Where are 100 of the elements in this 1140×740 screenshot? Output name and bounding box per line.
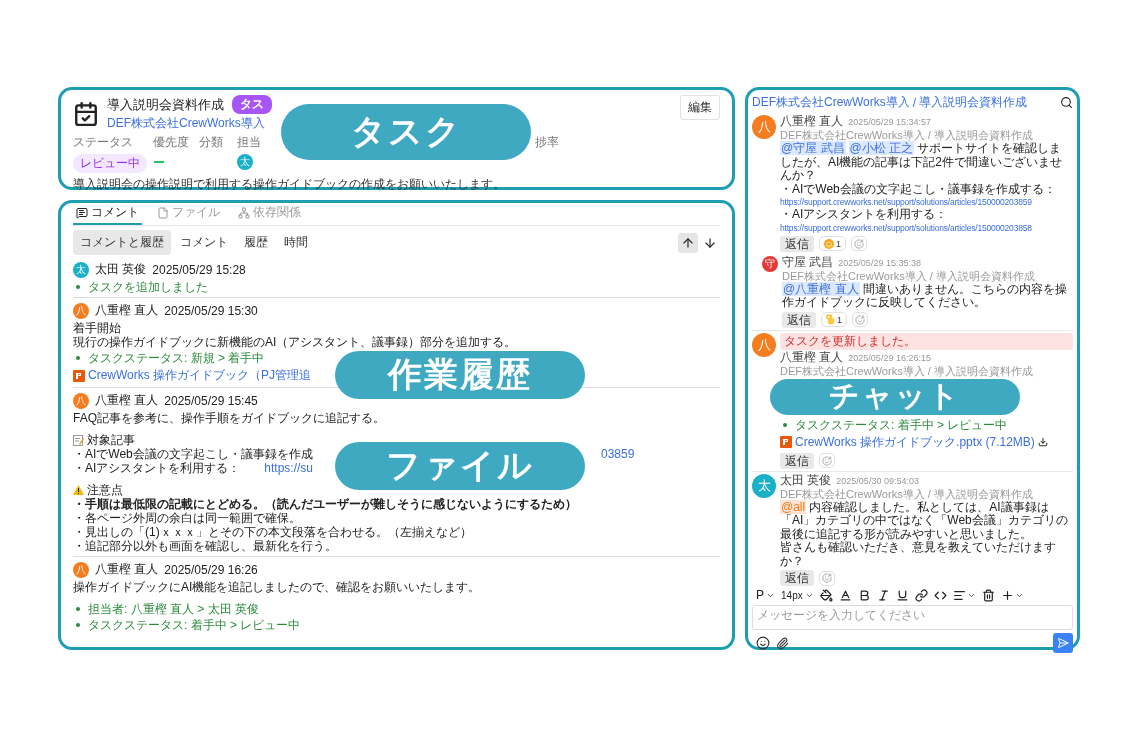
timestamp: 2025/05/29 15:45 xyxy=(164,393,258,408)
smile-plus-icon xyxy=(854,238,864,249)
message-text: @all 内容確認しました。私としては、AI議事録は「AI」カテゴリの中ではなく「Web会議」カテゴリの最後に追記する形が読みやすいと思いました。 xyxy=(780,500,1069,541)
avatar: 守 xyxy=(762,255,778,272)
timestamp: 2025/05/29 16:26:15 xyxy=(848,351,931,365)
presentation-file-icon xyxy=(73,369,85,382)
field-label: 担当 xyxy=(237,134,261,151)
trash-icon xyxy=(981,588,995,602)
task-badge: タス xyxy=(232,95,272,114)
avatar: 太 xyxy=(237,154,253,170)
change-item: タスクを追加しました xyxy=(73,280,720,294)
task-title: 導入説明会資料作成 xyxy=(107,95,224,114)
comment-text: ・追記部分以外も画面を確認し、最新化を行う。 xyxy=(73,539,338,553)
avatar: 八 xyxy=(752,115,776,139)
avatar: 八 xyxy=(752,332,776,357)
italic-icon xyxy=(876,588,890,602)
plus-icon xyxy=(1000,588,1014,602)
field-label: 捗率 xyxy=(535,134,559,151)
avatar: 八 xyxy=(73,561,89,578)
comment-text: FAQ記事を参考に、操作手順をガイドブックに追記する。 xyxy=(73,411,386,425)
url-link[interactable]: https://support.crewworks.net/support/solutions/articles/150000203859 xyxy=(780,196,1032,208)
reply-button[interactable]: 返信 xyxy=(780,235,814,252)
message-input[interactable]: メッセージを入力してください xyxy=(752,605,1073,630)
tab[interactable]: ファイル xyxy=(154,203,223,225)
section-heading: 注意点 xyxy=(87,483,123,497)
breadcrumb-separator: / xyxy=(912,95,917,110)
mention-link[interactable]: @八重樫 直人 xyxy=(782,281,860,296)
reaction-button[interactable]: 1 xyxy=(819,236,846,251)
message-text: @八重樫 直人 間違いありません。こちらの内容を操作ガイドブックに反映してください。 xyxy=(782,282,1068,310)
author-name: 太田 英俊 xyxy=(780,473,832,487)
author-name: 八重樫 直人 xyxy=(780,115,844,128)
file-link[interactable]: CrewWorks 操作ガイドブック（PJ管理追 xyxy=(88,367,312,384)
tab[interactable]: コメント xyxy=(73,203,142,225)
underline-button[interactable] xyxy=(895,588,909,602)
sort-ascending-button[interactable] xyxy=(678,232,698,253)
comment-text: ・見出しの「(1)ｘｘｘ」とその下の本文段落を合わせる。（左揃えなど） xyxy=(73,525,473,539)
presentation-file-icon xyxy=(780,436,792,448)
reply-button[interactable]: 返信 xyxy=(780,452,814,469)
align-button[interactable] xyxy=(952,588,976,602)
url-link[interactable]: https://support.crewworks.net/support/solutions/articles/150000203858 xyxy=(780,221,1032,234)
tab[interactable]: 依存関係 xyxy=(235,203,304,225)
comment-text: ・各ページ外周の余白は同一範囲で確保。 xyxy=(73,511,302,525)
emoji-icon[interactable] xyxy=(756,636,770,650)
italic-button[interactable] xyxy=(876,588,890,602)
filter-button[interactable]: コメントと履歴 xyxy=(73,230,171,255)
filter-button[interactable]: コメント xyxy=(173,230,235,255)
align-left-icon xyxy=(952,588,966,602)
download-icon[interactable] xyxy=(1037,437,1048,447)
project-path: DEF株式会社CrewWorks導入 / 導入説明会資料作成 xyxy=(780,129,1033,141)
file-link[interactable]: CrewWorks 操作ガイドブック.pptx (7.12MB) xyxy=(795,433,1035,451)
callout-label: チャット xyxy=(770,378,1020,415)
avatar: 太 xyxy=(73,261,89,278)
hierarchy-icon xyxy=(238,206,250,219)
project-link[interactable]: DEF株式会社CrewWorks導入 xyxy=(107,115,272,132)
mention-link[interactable]: @小松 正之 xyxy=(848,141,915,155)
section-heading: 対象記事 xyxy=(87,433,135,447)
comment-text: 着手開始 xyxy=(73,321,122,335)
send-button[interactable] xyxy=(1053,633,1073,653)
comment-text: ・AIでWeb会議の文字起こし・議事録を作成 xyxy=(73,447,314,461)
warning-icon xyxy=(73,485,84,495)
edit-button[interactable]: 編集 xyxy=(680,95,720,120)
callout-label: タスク xyxy=(281,104,531,160)
font-size-select[interactable]: 14px xyxy=(781,589,814,601)
comment-text: 操作ガイドブックにAI機能を追記しましたので、確認をお願いいたします。 xyxy=(73,580,482,594)
file-icon xyxy=(157,206,169,219)
fill-color-button[interactable] xyxy=(819,588,833,602)
url-link[interactable]: https://su xyxy=(264,461,314,475)
comment-text: ・AIアシスタントを利用する： xyxy=(73,461,241,475)
insert-button[interactable] xyxy=(1000,588,1024,602)
mention-link[interactable]: @守屋 武昌 xyxy=(780,141,846,155)
breadcrumb-link[interactable]: DEF株式会社CrewWorks導入 xyxy=(752,94,910,111)
comment-text: ・手順は最低限の記載にとどめる。（読んだユーザーが難しそうに感じないようにするため） xyxy=(73,497,578,511)
update-notice: タスクを更新しました。 xyxy=(780,332,1073,350)
block-format-select[interactable]: P xyxy=(756,588,775,602)
message-text: ・AIアシスタントを利用する： xyxy=(780,208,948,222)
timestamp: 2025/05/29 15:35:38 xyxy=(838,256,921,270)
author-name: 八重樫 直人 xyxy=(780,350,844,364)
avatar: 太 xyxy=(752,473,776,498)
reply-button[interactable]: 返信 xyxy=(782,311,816,328)
breadcrumb-link[interactable]: 導入説明会資料作成 xyxy=(919,94,1028,111)
delete-button[interactable] xyxy=(981,588,995,602)
change-item: タスクステータス: 着手中 > レビュー中 xyxy=(73,618,720,632)
priority-dash-icon xyxy=(154,161,164,163)
text-color-button[interactable] xyxy=(838,588,852,602)
url-link[interactable]: 03859 xyxy=(601,447,720,461)
reaction-button[interactable]: 1 xyxy=(821,312,847,327)
status-badge: レビュー中 xyxy=(73,154,147,173)
project-path: DEF株式会社CrewWorks導入 / 導入説明会資料作成 xyxy=(782,269,1035,282)
reply-button[interactable]: 返信 xyxy=(780,570,814,586)
avatar: 八 xyxy=(73,302,89,319)
timestamp: 2025/05/30 09:54:03 xyxy=(836,474,919,488)
paperclip-icon[interactable] xyxy=(776,636,789,650)
link-button[interactable] xyxy=(914,588,928,602)
timestamp: 2025/05/29 15:34:57 xyxy=(848,116,931,129)
timestamp: 2025/05/29 15:28 xyxy=(152,262,246,277)
ok-hand-emoji-icon xyxy=(826,314,835,325)
filter-button[interactable]: 履歴 xyxy=(237,230,275,255)
memo-icon xyxy=(73,434,84,446)
search-icon[interactable] xyxy=(1060,96,1073,109)
filter-button[interactable]: 時間 xyxy=(277,230,315,255)
